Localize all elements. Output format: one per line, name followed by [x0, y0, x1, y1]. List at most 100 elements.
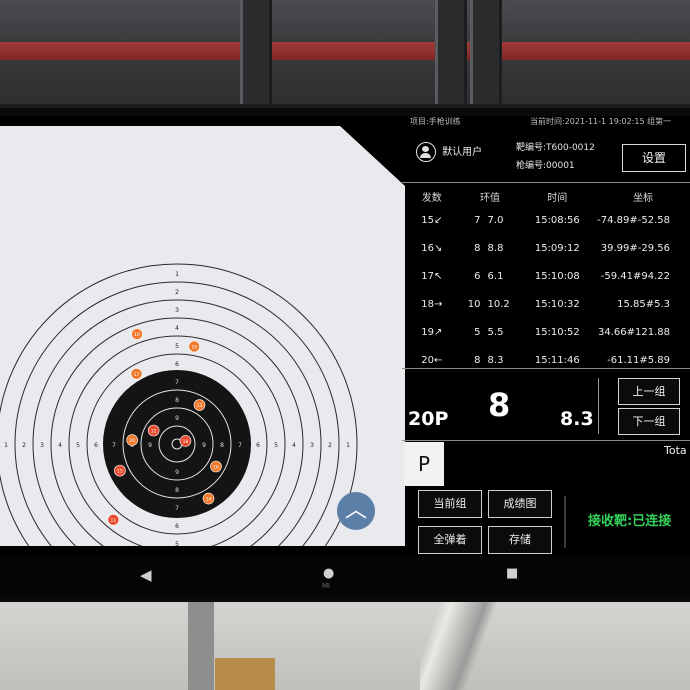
col-score: 10.2 — [487, 298, 510, 310]
col-coord: -59.41#94.22 — [600, 270, 670, 282]
ring-label: 2 — [22, 442, 26, 449]
ring-label: 6 — [175, 523, 179, 530]
header-coord: 坐标 — [633, 192, 654, 204]
col-coord: 39.99#-29.56 — [600, 242, 670, 254]
col-score: 8.8 — [487, 242, 504, 254]
col-score: 5.5 — [487, 326, 504, 338]
col-ring: 10 — [467, 298, 481, 310]
current-group-button[interactable]: 当前组 — [418, 490, 482, 518]
col-coord: -74.89#-52.58 — [597, 214, 670, 226]
summary-divider — [598, 378, 599, 434]
background-bracket — [240, 0, 272, 110]
col-shot: 16↘ — [421, 242, 443, 254]
header-ring: 环值 — [480, 192, 501, 204]
divider — [402, 182, 690, 183]
table-row[interactable]: 18→ 10 10.2 15:10:32 15.85#5.3 — [402, 290, 690, 318]
table-row[interactable]: 17↖ 6 6.1 15:10:08 -59.41#94.22 — [402, 262, 690, 290]
scroll-up-button[interactable]: ︿ — [337, 492, 375, 530]
settings-button[interactable]: 设置 — [622, 144, 686, 172]
background-beam — [0, 42, 690, 60]
header-shot: 发数 — [421, 192, 442, 204]
all-shots-button[interactable]: 全弹着 — [418, 526, 482, 554]
user-icon — [416, 142, 436, 162]
shot-label: 10 — [134, 332, 140, 338]
col-score: 7.0 — [487, 214, 504, 226]
col-ring: 5 — [474, 326, 481, 338]
ring-label: 2 — [175, 289, 179, 296]
table-header: 发数 环值 时间 坐标 — [402, 186, 690, 206]
next-group-button[interactable]: 下一组 — [618, 408, 680, 435]
ring-label: 1 — [175, 271, 179, 278]
results-chart-button[interactable]: 成绩图 — [488, 490, 552, 518]
table-row[interactable]: 15↙ 7 7.0 15:08:56 -74.89#-52.58 — [402, 206, 690, 234]
mode-indicator[interactable]: P — [404, 442, 444, 486]
ring-label: 9 — [175, 469, 179, 476]
background-bracket — [435, 0, 467, 110]
col-score: 6.1 — [487, 270, 504, 282]
background-wood — [215, 658, 275, 690]
col-coord: 34.66#121.88 — [598, 326, 670, 338]
background-wall — [0, 596, 690, 690]
user-name: 默认用户 — [442, 147, 483, 158]
total-label: Tota — [664, 444, 687, 457]
divider — [402, 440, 690, 441]
project-label: 项目:手枪训练 — [410, 117, 461, 126]
ring-label: 8 — [175, 397, 179, 404]
ring-label: 5 — [274, 442, 278, 449]
col-shot: 15↙ — [421, 214, 443, 226]
col-time: 15:10:08 — [534, 270, 580, 282]
ring-label: 7 — [175, 379, 179, 386]
gun-number: 枪编号:00001 — [516, 161, 575, 171]
col-coord: 15.85#5.3 — [617, 298, 670, 310]
home-nav-icon[interactable]: ● — [323, 566, 334, 581]
col-shot: 19↗ — [421, 326, 443, 338]
last-ring: 8 — [488, 386, 511, 424]
background-bracket — [470, 0, 502, 110]
target-number: 靶编号:T600-0012 — [516, 143, 595, 153]
ring-label: 6 — [175, 361, 179, 368]
table-row[interactable]: 16↘ 8 8.8 15:09:12 39.99#-29.56 — [402, 234, 690, 262]
back-nav-icon[interactable]: ◀ — [140, 566, 152, 584]
ring-label: 8 — [220, 442, 224, 449]
target-panel[interactable]: 1111222233334444555566667777888899991516… — [0, 126, 405, 546]
col-shot: 17↖ — [421, 270, 443, 282]
ring-label: 3 — [310, 442, 314, 449]
shot-label: 16 — [213, 465, 219, 471]
ring-label: 7 — [112, 442, 116, 449]
ring-label: 9 — [148, 442, 152, 449]
series-count: 20P — [408, 408, 449, 430]
shot-label: 17 — [134, 372, 140, 378]
prev-group-button[interactable]: 上一组 — [618, 378, 680, 405]
info-panel: 项目:手枪训练 当前时间:2021-11-1 19:02:15 组第一 默认用户… — [402, 116, 690, 556]
table-row[interactable]: 19↗ 5 5.5 15:10:52 34.66#121.88 — [402, 318, 690, 346]
shot-label: 13 — [197, 403, 203, 409]
android-nav-bar: ◀ ● ■ — [0, 556, 690, 596]
ring-label: 4 — [175, 325, 179, 332]
ring-label: 3 — [175, 307, 179, 314]
col-time: 15:10:52 — [534, 326, 580, 338]
background-light-bar — [420, 596, 500, 690]
shot-label: 12 — [151, 429, 157, 435]
recent-apps-nav-icon[interactable]: ■ — [506, 566, 518, 581]
user-info[interactable]: 默认用户 — [416, 142, 482, 162]
last-score: 8.3 — [560, 408, 594, 430]
ring-label: 6 — [256, 442, 260, 449]
ring-label: 7 — [238, 442, 242, 449]
ring-label: 5 — [76, 442, 80, 449]
current-time: 当前时间:2021-11-1 19:02:15 组第一 — [530, 117, 672, 126]
ring-label: 1 — [4, 442, 8, 449]
shot-label: 11 — [110, 518, 116, 524]
header-time: 时间 — [547, 192, 568, 204]
ring-label: 1 — [346, 442, 350, 449]
ring-label: 7 — [175, 505, 179, 512]
screen: 1111222233334444555566667777888899991516… — [0, 116, 690, 556]
ring-label: 4 — [292, 442, 296, 449]
col-ring: 7 — [474, 214, 481, 226]
ring-label: 9 — [202, 442, 206, 449]
ring-label: 8 — [175, 487, 179, 494]
save-button[interactable]: 存储 — [488, 526, 552, 554]
connection-status: 接收靶:已连接 — [588, 514, 672, 529]
shot-label: 20 — [129, 438, 135, 444]
chevron-up-icon: ︿ — [344, 498, 367, 523]
status-divider — [564, 496, 566, 548]
